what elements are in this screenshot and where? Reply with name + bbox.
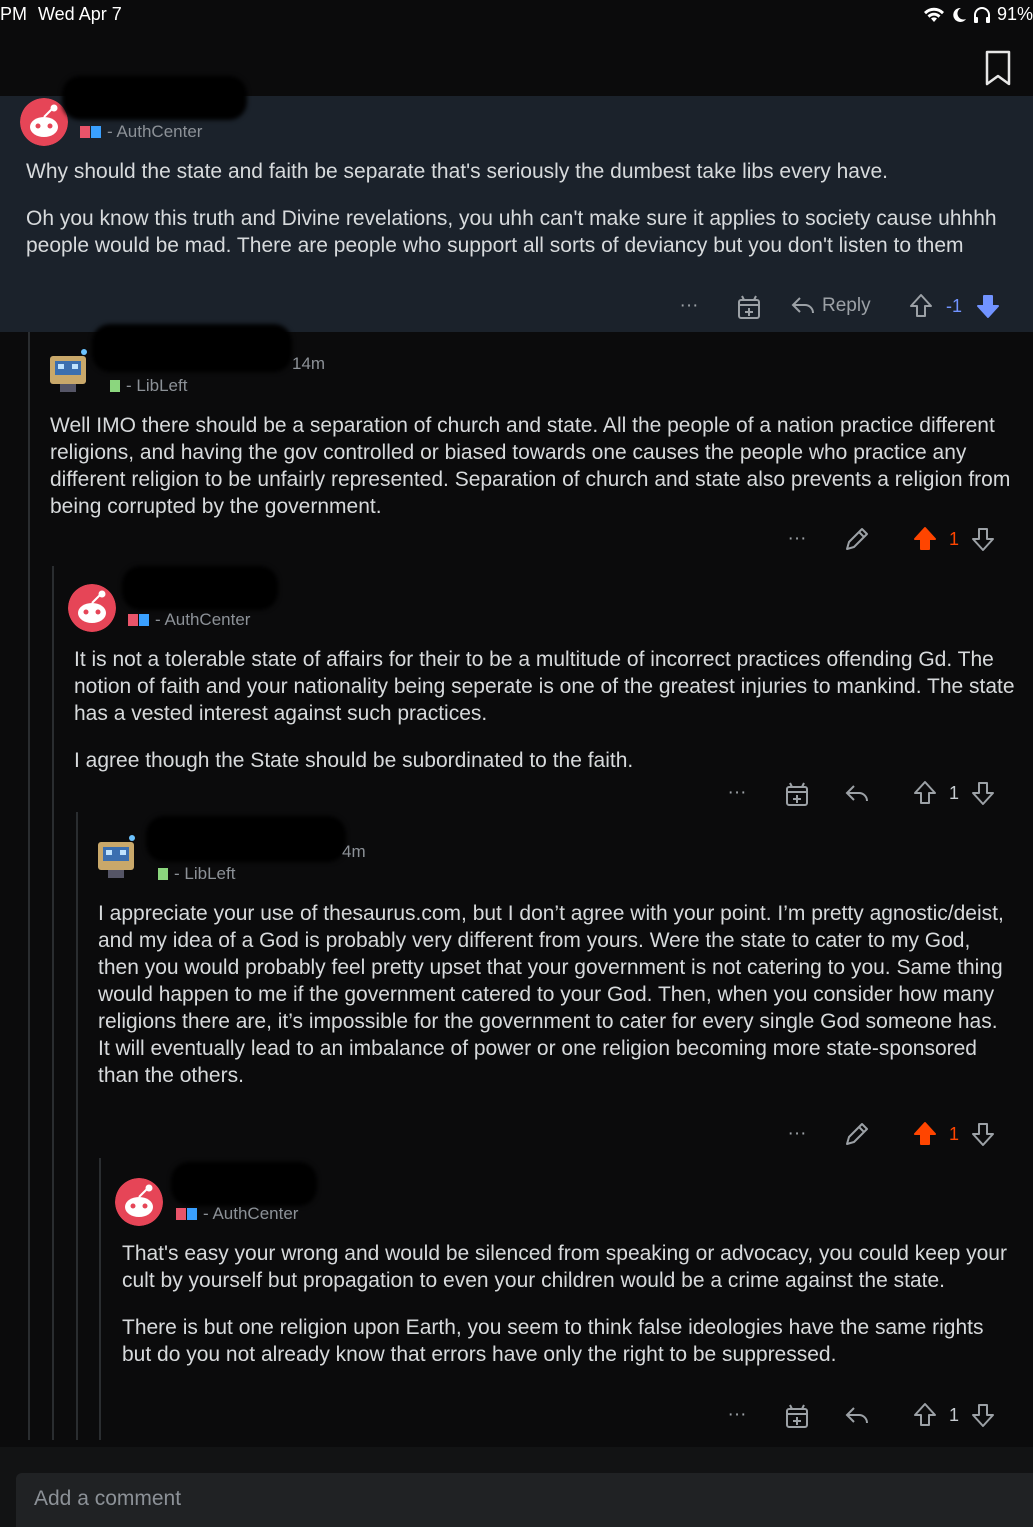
upvote-icon[interactable] [912,1398,938,1432]
avatar[interactable] [115,1178,163,1226]
headphones-icon [973,6,990,23]
comment-actions: ··· 1 [101,1398,1033,1432]
moon-icon [953,7,966,22]
comment-actions: ··· 1 [54,776,1033,810]
comment-paragraph: Why should the state and faith be separa… [26,160,888,183]
redacted-username [171,1162,317,1206]
avatar[interactable] [92,832,140,880]
flair-label: - AuthCenter [155,610,251,629]
more-options-button[interactable]: ··· [672,289,706,323]
comment-paragraph: Oh you know this truth and Divine revela… [26,207,997,257]
comment-body: I appreciate your use of thesaurus.com, … [98,900,1008,1089]
redacted-username [62,76,247,120]
comment-body: Well IMO there should be a separation of… [50,412,1020,520]
comment-paragraph: I appreciate your use of thesaurus.com, … [98,902,1004,1087]
status-time: PM [0,4,27,24]
upvote-icon[interactable] [908,289,934,323]
comment-actions: ··· 1 [30,522,1033,556]
user-flair: - AuthCenter [80,122,202,142]
user-flair: - LibLeft [110,376,187,396]
redacted-username [92,324,292,372]
award-icon[interactable] [783,1398,811,1432]
user-flair: - AuthCenter [176,1204,298,1224]
vote-score: -1 [945,295,962,316]
redacted-username [122,566,278,610]
comment-age: 4m [342,842,366,861]
comment-paragraph: Well IMO there should be a separation of… [50,414,1011,518]
comment-paragraph: It is not a tolerable state of affairs f… [74,648,1015,725]
downvote-icon[interactable] [970,1117,996,1151]
comment-body: That's easy your wrong and would be sile… [122,1240,1017,1368]
downvote-icon[interactable] [970,776,996,810]
comment-paragraph: There is but one religion upon Earth, yo… [122,1316,984,1366]
flair-label: - AuthCenter [107,122,203,141]
comment-paragraph: That's easy your wrong and would be sile… [122,1242,1007,1292]
reply-label: Reply [822,295,871,316]
vote-score: 1 [948,782,959,803]
award-icon[interactable] [735,289,763,323]
comment-age: 14m [292,354,326,373]
bookmark-icon[interactable] [984,50,1012,86]
more-options-button[interactable]: ··· [780,1117,814,1151]
upvote-icon[interactable] [912,1117,938,1151]
vote-score: 1 [948,1123,959,1144]
avatar[interactable] [44,346,92,394]
reply-button[interactable]: Reply [790,289,871,323]
reply-icon[interactable] [843,776,871,810]
user-flair: - AuthCenter [128,610,250,630]
vote-score: 1 [948,528,959,549]
battery-level: 91% [996,4,1033,24]
downvote-icon[interactable] [970,1398,996,1432]
comment: 4m - LibLeft I appreciate your use of th… [78,812,1033,1158]
comment-body: It is not a tolerable state of affairs f… [74,646,1024,774]
comment: 14m - LibLeft Well IMO there should be a… [30,324,1033,566]
redacted-username [146,816,346,862]
vote-score: 1 [948,1404,959,1425]
reply-icon [791,297,814,314]
more-options-button[interactable]: ··· [720,776,754,810]
add-comment-placeholder: Add a comment [34,1487,182,1510]
flair-label: - LibLeft [174,864,236,883]
wifi-icon [923,7,944,22]
user-flair: - LibLeft [158,864,235,884]
comment: - AuthCenter It is not a tolerable state… [54,566,1033,812]
award-icon[interactable] [783,776,811,810]
composer-bar: Add a comment [0,1447,1033,1527]
avatar[interactable] [68,584,116,632]
comment-actions: ··· Reply -1 [0,289,1033,323]
comment-body: Why should the state and faith be separa… [26,158,1016,259]
more-options-button[interactable]: ··· [780,522,814,556]
flair-label: - LibLeft [126,376,188,395]
edit-icon[interactable] [842,522,870,556]
status-icons: 91% [923,4,1033,25]
comment-paragraph: I agree though the State should be subor… [74,749,634,772]
upvote-icon[interactable] [912,522,938,556]
downvote-icon[interactable] [970,522,996,556]
add-comment-input[interactable]: Add a comment [16,1473,1033,1527]
comment-highlighted: - AuthCenter Why should the state and fa… [0,76,1033,332]
reply-icon[interactable] [843,1398,871,1432]
status-date: Wed Apr 7 [38,4,122,24]
edit-icon[interactable] [842,1117,870,1151]
avatar[interactable] [20,98,68,146]
comment: - AuthCenter That's easy your wrong and … [101,1158,1033,1440]
more-options-button[interactable]: ··· [720,1398,754,1432]
comment-actions: ··· 1 [78,1117,1033,1151]
status-bar: PM Wed Apr 7 91% [0,0,1033,30]
downvote-icon[interactable] [975,289,1001,323]
flair-label: - AuthCenter [203,1204,299,1223]
upvote-icon[interactable] [912,776,938,810]
